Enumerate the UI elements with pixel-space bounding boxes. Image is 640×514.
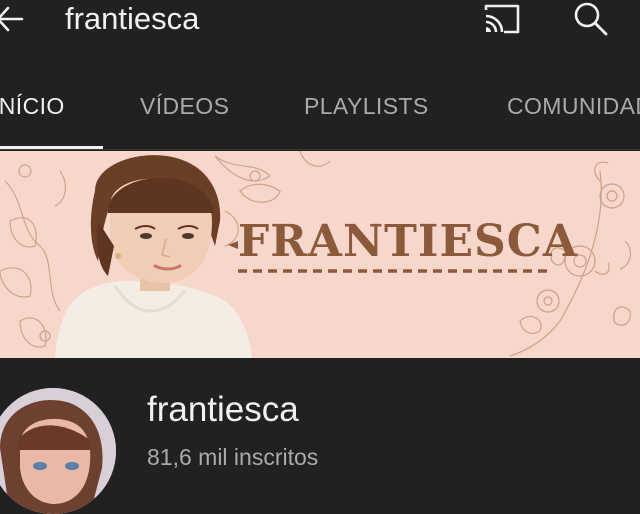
tab-playlists[interactable]: PLAYLISTS	[304, 92, 429, 120]
channel-tabs: INÍCIO VÍDEOS PLAYLISTS COMUNIDADE	[0, 80, 640, 150]
search-button[interactable]	[570, 0, 610, 38]
tab-comunidade[interactable]: COMUNIDADE	[507, 92, 640, 120]
tab-divider	[0, 149, 640, 150]
back-button[interactable]	[0, 2, 24, 36]
banner-artwork: FRANTIESCA	[0, 151, 640, 358]
channel-name: frantiesca	[147, 390, 299, 429]
subscriber-count: 81,6 mil inscritos	[147, 444, 319, 470]
channel-profile: frantiesca 81,6 mil inscritos	[0, 358, 640, 514]
cast-button[interactable]	[482, 2, 522, 36]
tab-inicio[interactable]: INÍCIO	[0, 92, 65, 120]
banner-title: FRANTIESCA	[238, 216, 578, 267]
search-icon	[574, 2, 608, 36]
top-app-bar: frantiesca	[0, 0, 640, 40]
avatar-image	[0, 388, 116, 514]
channel-banner: FRANTIESCA	[0, 151, 640, 358]
channel-title: frantiesca	[65, 1, 200, 36]
arrow-left-icon	[0, 6, 24, 32]
tab-videos[interactable]: VÍDEOS	[140, 92, 229, 120]
channel-avatar[interactable]	[0, 388, 116, 514]
cast-icon	[484, 4, 520, 34]
